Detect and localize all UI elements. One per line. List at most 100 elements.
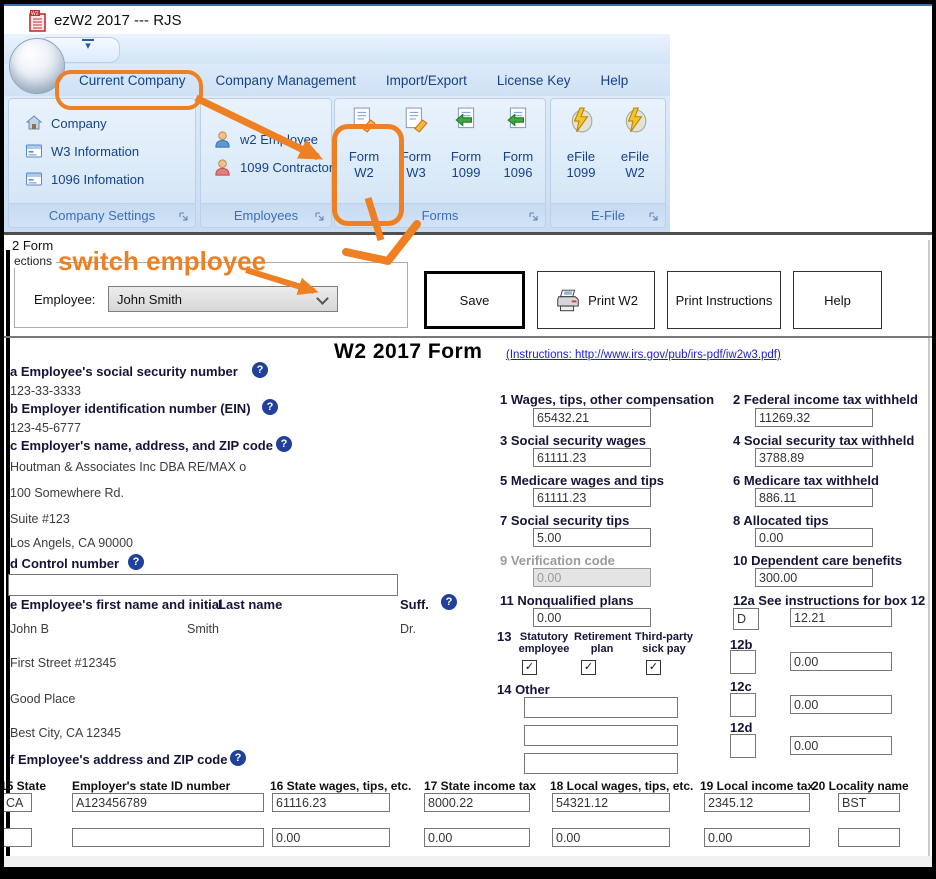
help-button[interactable]: Help <box>793 271 882 329</box>
dialog-launcher-icon[interactable] <box>178 211 190 223</box>
box-12c-label: 12c <box>730 679 752 694</box>
tab-import-export[interactable]: Import/Export <box>373 69 480 92</box>
box-1-input[interactable] <box>533 408 651 427</box>
box-18-header: 18 Local wages, tips, etc. <box>550 779 693 793</box>
button-label: Form <box>349 149 379 165</box>
tab-help[interactable]: Help <box>587 69 641 92</box>
box-19-header: 19 Local income tax <box>700 779 814 793</box>
box-2-input[interactable] <box>755 408 873 427</box>
dialog-launcher-icon[interactable] <box>648 211 660 223</box>
help-icon[interactable]: ? <box>441 594 457 610</box>
button-label: Form <box>401 149 431 165</box>
state-id-input-row2[interactable] <box>72 828 264 847</box>
ribbon-item-1096-information[interactable]: 1096 Infomation <box>25 167 144 191</box>
last-name-label: Last name <box>218 597 282 612</box>
help-icon[interactable]: ? <box>276 436 292 452</box>
box-12a-amount-input[interactable] <box>790 608 892 627</box>
help-icon[interactable]: ? <box>128 554 144 570</box>
box-b-value: 123-45-6777 <box>10 421 81 435</box>
state-id-input-row1[interactable] <box>72 793 264 812</box>
box-8-input[interactable] <box>755 528 873 547</box>
help-icon[interactable]: ? <box>252 362 268 378</box>
box-20-input-row2[interactable] <box>838 828 900 847</box>
box-19-input-row2[interactable] <box>704 828 810 847</box>
ribbon-item-1099-contractor[interactable]: 1099 Contractor <box>213 155 333 179</box>
box-11-input[interactable] <box>533 608 651 627</box>
box-17-input-row2[interactable] <box>424 828 530 847</box>
ribbon-tab-row: Current Company Company Management Impor… <box>4 64 670 96</box>
chevron-down-icon <box>316 292 329 305</box>
box-d-label: d Control number <box>10 556 119 571</box>
dialog-launcher-icon[interactable] <box>528 211 540 223</box>
tab-license-key[interactable]: License Key <box>484 69 584 92</box>
box-12b-amount-input[interactable] <box>790 652 892 671</box>
employee-last-name: Smith <box>187 622 219 636</box>
statutory-employee-checkbox[interactable]: ✓ <box>522 660 537 675</box>
third-party-sick-pay-checkbox[interactable]: ✓ <box>646 660 661 675</box>
box-6-label: 6 Medicare tax withheld <box>733 473 879 488</box>
box-11-label: 11 Nonqualified plans <box>500 593 634 608</box>
efile-1099-button[interactable]: eFile 1099 <box>555 103 607 203</box>
state-input-row1[interactable] <box>2 793 32 812</box>
box-12c-code-input[interactable] <box>730 693 756 717</box>
box-14-input-3[interactable] <box>524 753 678 774</box>
box-4-input[interactable] <box>755 448 873 467</box>
print-instructions-button[interactable]: Print Instructions <box>667 271 781 329</box>
efile-w2-button[interactable]: eFile W2 <box>609 103 661 203</box>
title-bar: W2 ezW2 2017 --- RJS <box>4 4 932 36</box>
box-19-input-row1[interactable] <box>704 793 810 812</box>
box-10-input[interactable] <box>755 568 873 587</box>
box-12d-code-input[interactable] <box>730 734 756 758</box>
box-16-input-row1[interactable] <box>272 793 390 812</box>
form-1099-button[interactable]: Form 1099 <box>441 103 491 203</box>
print-w2-button[interactable]: Print W2 <box>537 271 655 329</box>
box-13-number: 13 <box>497 629 511 644</box>
quick-access-dropdown-icon[interactable]: ▾ <box>82 39 94 51</box>
box-16-input-row2[interactable] <box>272 828 390 847</box>
box-14-input-2[interactable] <box>524 725 678 746</box>
tab-current-company[interactable]: Current Company <box>66 69 199 92</box>
retirement-plan-checkbox[interactable]: ✓ <box>581 660 596 675</box>
application-menu-button[interactable] <box>9 38 65 94</box>
help-icon[interactable]: ? <box>230 750 246 766</box>
box-7-input[interactable] <box>533 528 651 547</box>
box-12b-code-input[interactable] <box>730 650 756 674</box>
box-14-input-1[interactable] <box>524 697 678 718</box>
quick-access-toolbar: ▾ <box>4 34 670 65</box>
state-input-row2[interactable] <box>2 828 32 847</box>
ribbon-item-w3-information[interactable]: W3 Information <box>25 139 139 163</box>
form-list-icon <box>25 170 43 188</box>
box-18-input-row1[interactable] <box>552 793 670 812</box>
instructions-link[interactable]: (Instructions: http://www.irs.gov/pub/ir… <box>506 349 781 361</box>
ribbon-item-label: 1096 Infomation <box>51 172 144 187</box>
box-12a-code-input[interactable] <box>733 608 759 630</box>
dialog-launcher-icon[interactable] <box>314 211 326 223</box>
control-number-input[interactable] <box>8 574 398 596</box>
form-w3-button[interactable]: Form W3 <box>391 103 441 203</box>
box-12d-amount-input[interactable] <box>790 736 892 755</box>
form-1096-button[interactable]: Form 1096 <box>493 103 543 203</box>
box-3-input[interactable] <box>533 448 651 467</box>
box-20-input-row1[interactable] <box>838 793 900 812</box>
box-a-label: a Employee's social security number <box>10 364 238 379</box>
print-instructions-button-label: Print Instructions <box>676 293 773 308</box>
ribbon-item-w2-employee[interactable]: w2 Employee <box>213 127 318 151</box>
box-18-input-row2[interactable] <box>552 828 670 847</box>
box-17-input-row1[interactable] <box>424 793 530 812</box>
svg-text:W2: W2 <box>31 11 39 17</box>
suffix-label: Suff. <box>400 597 429 612</box>
employee-suffix: Dr. <box>400 622 416 636</box>
box-6-input[interactable] <box>755 488 873 507</box>
save-button[interactable]: Save <box>424 271 525 329</box>
window-title: ezW2 2017 --- RJS <box>54 12 182 29</box>
box-12c-amount-input[interactable] <box>790 695 892 714</box>
tab-company-management[interactable]: Company Management <box>203 69 369 92</box>
button-label: 1099 <box>567 165 596 181</box>
employee-dropdown[interactable]: John Smith <box>108 286 338 312</box>
ribbon-item-company[interactable]: Company <box>25 111 107 135</box>
box-5-input[interactable] <box>533 488 651 507</box>
group-title: Forms <box>422 208 459 223</box>
help-icon[interactable]: ? <box>262 399 278 415</box>
form-w2-button[interactable]: Form W2 <box>339 103 389 203</box>
button-label: Form <box>451 149 481 165</box>
